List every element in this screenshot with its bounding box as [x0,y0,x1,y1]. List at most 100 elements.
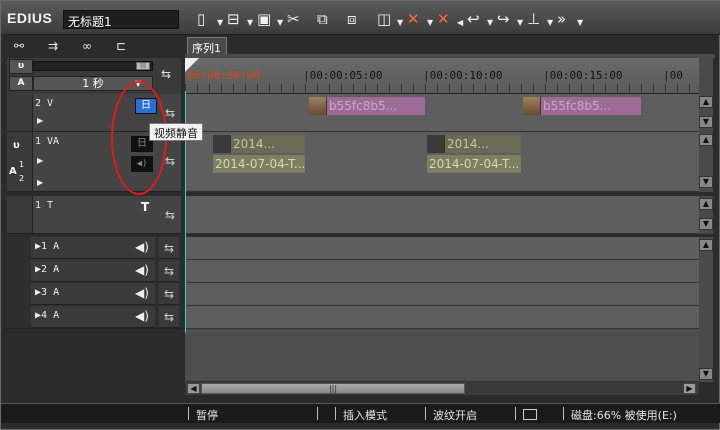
clip[interactable]: 2014... [427,135,521,153]
scroll-down-icon[interactable]: ▼ [699,218,713,230]
track-header-1a[interactable]: ▶1 A ◀) [31,237,155,259]
ripple-delete-icon[interactable]: ✕ ◀ [437,8,467,30]
track-sync-icon[interactable]: ⇆ [159,260,179,282]
monitor-icon[interactable] [523,409,537,420]
timeline-toolbar: ▯ ▼ ⊟ ▼ ▣ ▼ ✂ ⧉ ⧈ ◫ ▼ ✕ ▼ ✕ ◀ ↩ ▼ ↪ ▼ ⊥ ▼ » ▼ [197,7,587,31]
paste-icon[interactable]: ⧈ [347,8,377,30]
scroll-left-icon[interactable]: ◀ [187,383,200,394]
track-area-1va[interactable]: 2014... 2014-07-04-T... 2014... 2014-07-… [185,132,699,192]
clip-link-icon[interactable]: ∞ [75,39,99,55]
track-header-3a[interactable]: ▶3 A ◀) [31,283,155,305]
cut-icon[interactable]: ✂ [287,8,317,30]
status-insert-mode[interactable]: 插入模式 [343,407,387,423]
audio-scrollbar[interactable]: ▲ ▼ [699,237,713,382]
track-area-3a[interactable] [185,283,699,306]
side-lock-number: 2 [19,174,25,183]
status-separator [335,407,336,420]
track-label: ▶3 A [35,287,60,298]
new-sequence-icon[interactable]: ▯ ▼ [197,8,227,30]
track-area-1t[interactable] [185,196,699,234]
timescale-slider[interactable]: ||| [33,61,153,71]
scroll-down-icon[interactable]: ▼ [699,116,713,128]
audio-clip[interactable]: 2014-07-04-T... [213,155,305,173]
ruler-minor-ticks [185,84,699,92]
clip[interactable]: 2014... [213,135,305,153]
track-header-4a[interactable]: ▶4 A ◀) [31,306,155,328]
clip-thumbnail [213,135,231,153]
delete-icon[interactable]: ✕ ▼ [407,8,437,30]
side-lock-number: 1 [19,160,25,169]
track-sync-icon[interactable]: ⇉ [41,39,65,55]
track-label: 1 T [35,200,54,211]
horizontal-scroll-thumb[interactable]: ||| [201,383,465,394]
scroll-up-icon[interactable]: ▲ [699,96,713,108]
scroll-up-icon[interactable]: ▲ [699,134,713,146]
ruler-timecode-current: 00:00:00:00 [187,69,260,82]
audio-clip[interactable]: 2014-07-04-T... [427,155,521,173]
track-sync-icon[interactable]: ⇆ [165,154,175,168]
ruler-sync-icon[interactable]: ⇆ [161,67,171,81]
audio-lock-icon[interactable]: A [9,76,33,91]
trim-icon[interactable]: ◫ ▼ [377,8,407,30]
track-area-2a[interactable] [185,260,699,283]
speaker-icon[interactable]: ◀) [135,286,149,300]
save-icon[interactable]: ▣ ▼ [257,8,287,30]
tab-sequence[interactable]: 序列1 [187,37,227,55]
track-sync-icon[interactable]: ⇆ [165,106,175,120]
open-project-icon[interactable]: ⊟ ▼ [227,8,257,30]
track-area-1a[interactable] [185,237,699,260]
scroll-right-icon[interactable]: ▶ [683,383,696,394]
marker-icon[interactable]: ⊥ ▼ [527,8,557,30]
speaker-icon[interactable]: ◀) [135,240,149,254]
status-ripple[interactable]: 波纹开启 [433,407,477,423]
clip[interactable]: b55fc8b5... [309,97,425,115]
track-header-1t[interactable]: 1 T T ⇆ [7,196,181,234]
track-scrollbar-2v[interactable]: ▲ ▼ [699,94,713,132]
group-icon[interactable]: ⊏ [109,39,133,55]
empty-timeline-space[interactable] [185,329,699,382]
more-icon[interactable]: » ▼ [557,8,587,30]
scroll-up-icon[interactable]: ▲ [699,198,713,210]
sync-lock-icon[interactable]: υ [13,140,20,151]
ruler-mark: |00:00:05:00 [303,69,383,82]
status-separator [515,407,516,420]
speaker-icon[interactable]: ◀) [135,309,149,323]
expand-arrow-icon[interactable]: ▶ [37,116,43,125]
status-playback: 暂停 [196,409,218,422]
scroll-up-icon[interactable]: ▲ [699,239,713,251]
clip[interactable]: b55fc8b5... [523,97,641,115]
track-sync-icon[interactable]: ⇆ [165,208,175,222]
track-lock-area [7,94,33,131]
scroll-down-icon[interactable]: ▼ [699,368,713,380]
top-bar: EDIUS 无标题1 ▯ ▼ ⊟ ▼ ▣ ▼ ✂ ⧉ ⧈ ◫ ▼ ✕ ▼ ✕ ◀ ↩ ▼ ↪ ▼… [1,1,720,35]
clip-thumbnail [309,97,327,115]
scroll-down-icon[interactable]: ▼ [699,176,713,188]
ruler-mark: |00 [663,69,683,82]
expand-arrow-icon[interactable]: ▶ [37,156,43,165]
sync-lock-icon[interactable]: υ [9,59,33,74]
track-area-4a[interactable] [185,306,699,329]
ruler-mark: |00:00:15:00 [543,69,623,82]
track-scrollbar-1t[interactable]: ▲ ▼ [699,196,713,234]
ruler-mark: |00:00:10:00 [423,69,503,82]
ruler-right-edge [699,58,713,94]
track-scrollbar-1va[interactable]: ▲ ▼ [699,132,713,192]
track-area-2v[interactable]: b55fc8b5... b55fc8b5... [185,94,699,132]
clip-thumbnail [427,135,445,153]
track-sync-icon[interactable]: ⇆ [159,283,179,305]
timescale-slider-thumb[interactable]: ||| [136,62,150,70]
redo-icon[interactable]: ↪ ▼ [497,8,527,30]
copy-icon[interactable]: ⧉ [317,8,347,30]
track-sync-icon[interactable]: ⇆ [159,237,179,259]
add-track-icon[interactable]: ⚯ [7,39,31,55]
undo-icon[interactable]: ↩ ▼ [467,8,497,30]
speaker-icon[interactable]: ◀) [135,263,149,277]
expand-arrow-icon[interactable]: ▶ [37,178,43,187]
title-track-icon: T [141,200,150,214]
project-name-field[interactable]: 无标题1 [63,10,179,29]
horizontal-scrollbar[interactable]: ◀ ||| ▶ [185,382,699,395]
time-ruler[interactable]: 00:00:00:00 |00:00:05:00 |00:00:10:00 |0… [185,58,699,94]
track-header-2a[interactable]: ▶2 A ◀) [31,260,155,282]
track-label: ▶1 A [35,241,60,252]
track-sync-icon[interactable]: ⇆ [159,306,179,328]
